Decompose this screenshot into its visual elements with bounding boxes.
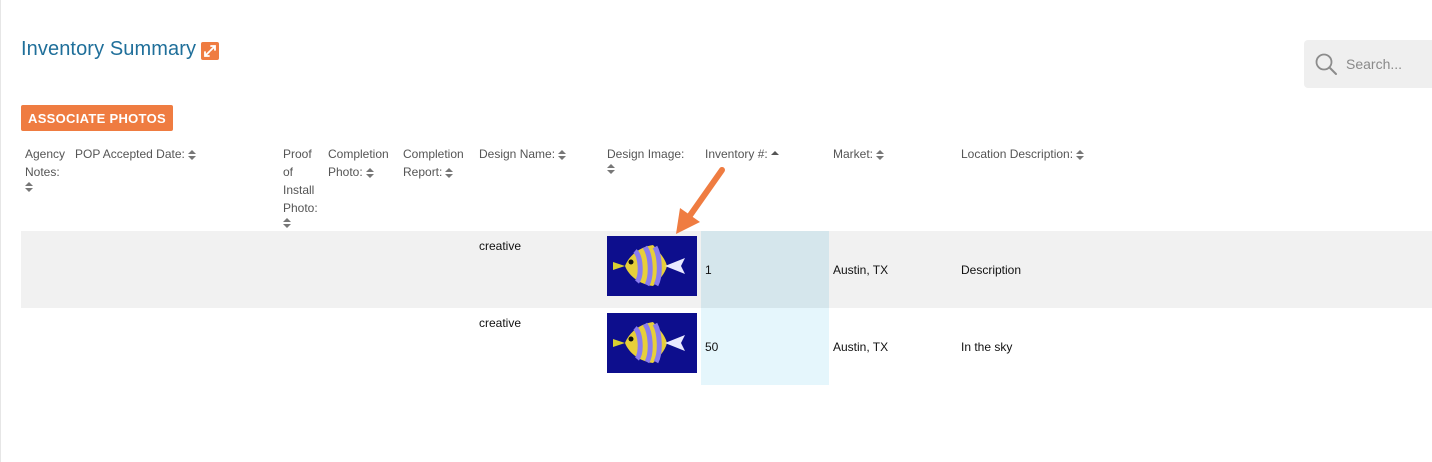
inventory-number-cell: 50 [705,340,719,354]
sort-icon [445,167,454,178]
fish-image [607,236,697,296]
external-expand-icon[interactable] [201,42,220,60]
column-label: Market: [833,147,874,161]
table-row[interactable]: creative 50 Austin, TX In the sky [21,308,1432,385]
column-header-proof-of-install[interactable]: Proof of Install Photo: [283,145,321,228]
sort-icon [283,218,291,228]
market-cell: Austin, TX [833,263,889,277]
location-description-cell: In the sky [961,340,1013,354]
sort-icon [187,149,196,160]
column-header-completion-report[interactable]: Completion Report: [403,145,475,181]
column-label: Proof of Install Photo: [283,147,318,215]
table-row[interactable]: creative 1 Austin, TX Description [21,231,1432,308]
column-label: Inventory #: [705,147,768,161]
page-title: Inventory Summary [21,38,197,60]
search-input[interactable] [1344,55,1432,73]
page-border [0,0,1,462]
market-cell: Austin, TX [833,340,889,354]
column-label: Location Description: [961,147,1074,161]
column-header-inventory[interactable]: Inventory #: [705,145,825,163]
design-name-cell: creative [479,239,522,253]
inventory-number-cell: 1 [705,263,712,277]
sorted-column-highlight [701,308,829,385]
fish-image [607,313,697,373]
column-header-market[interactable]: Market: [833,145,953,163]
sort-icon [558,149,567,160]
column-header-agency-notes[interactable]: Agency Notes: [25,145,69,192]
associate-photos-button[interactable]: ASSOCIATE PHOTOS [21,105,173,131]
title-area: Inventory Summary [21,38,220,61]
sort-icon [1076,149,1085,160]
sort-ascending-icon [770,150,779,155]
sort-icon [876,149,885,160]
sort-icon [25,182,33,192]
search-icon [1315,53,1337,75]
design-image-thumbnail[interactable] [607,313,697,373]
column-header-design-name[interactable]: Design Name: [479,145,599,163]
column-label: Design Image: [607,147,685,161]
design-name-cell: creative [479,316,522,330]
column-header-completion-photo[interactable]: Completion Photo: [328,145,398,181]
design-image-thumbnail[interactable] [607,236,697,296]
sorted-column-highlight [701,231,829,308]
search-box[interactable] [1304,40,1432,88]
column-header-location-description[interactable]: Location Description: [961,145,1161,163]
sort-icon [365,167,374,178]
annotation-arrow-icon [676,167,725,234]
column-label: POP Accepted Date: [75,147,185,161]
column-header-pop-accepted-date[interactable]: POP Accepted Date: [75,145,275,163]
sort-icon [607,164,615,174]
column-label: Completion Photo: [328,147,389,179]
column-label: Design Name: [479,147,556,161]
column-label: Agency Notes: [25,147,66,179]
column-label: Completion Report: [403,147,464,179]
location-description-cell: Description [961,263,1022,277]
